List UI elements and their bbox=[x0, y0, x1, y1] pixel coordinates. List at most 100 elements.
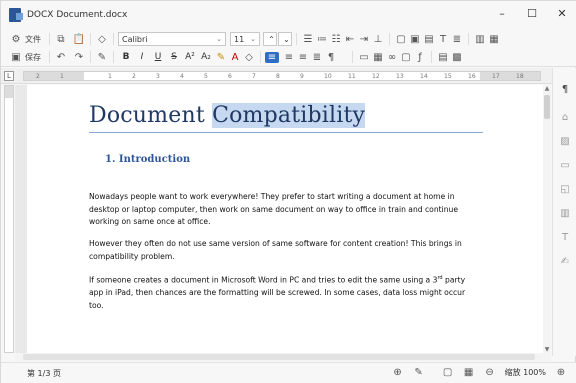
table-panel-icon[interactable]: ▭ bbox=[559, 160, 571, 172]
align-right-icon[interactable]: ≡ bbox=[296, 52, 310, 63]
bullet-list-icon[interactable]: ☰ bbox=[301, 34, 315, 45]
paragraph[interactable]: However they often do not use same versi… bbox=[89, 238, 481, 263]
align-center-icon[interactable]: ≡ bbox=[282, 52, 296, 63]
border-icon[interactable]: ▢ bbox=[394, 34, 408, 45]
decrease-indent-icon[interactable]: ⇤ bbox=[343, 34, 357, 45]
subscript-button[interactable]: A₂ bbox=[198, 52, 214, 62]
header-footer-icon[interactable]: ≣ bbox=[450, 34, 464, 45]
bold-button[interactable]: B bbox=[118, 52, 134, 62]
paragraph-marks-icon[interactable]: ¶ bbox=[559, 84, 571, 96]
toolbar-divider bbox=[113, 51, 114, 63]
align-left-icon[interactable]: ≡ bbox=[265, 51, 279, 63]
redo-icon[interactable]: ↷ bbox=[72, 52, 86, 63]
document-page[interactable]: Document Compatibility 1. Introduction N… bbox=[27, 85, 543, 353]
horizontal-ruler: L 2 1 1 2 3 4 5 6 7 8 9 10 11 12 13 14 1… bbox=[1, 68, 576, 84]
formula-icon[interactable]: ƒ bbox=[413, 52, 427, 63]
highlight-icon[interactable]: ✎ bbox=[214, 52, 228, 63]
table-icon[interactable]: ▦ bbox=[371, 52, 385, 63]
scrollbar-thumb[interactable] bbox=[23, 354, 535, 360]
maximize-button[interactable]: ☐ bbox=[525, 7, 539, 21]
ruler-track[interactable]: 2 1 1 2 3 4 5 6 7 8 9 10 11 12 13 14 15 … bbox=[23, 71, 541, 81]
toolbar-divider bbox=[431, 51, 432, 63]
status-bar: 第 1/3 页 ⊕ ✎ ▢ ▦ ⊖ 缩放 100% ⊕ bbox=[1, 362, 576, 383]
underline-button[interactable]: U bbox=[150, 52, 166, 62]
superscript-button[interactable]: A² bbox=[182, 52, 198, 62]
link-icon[interactable]: ∞ bbox=[385, 52, 399, 63]
toolbar-divider bbox=[90, 51, 91, 63]
textart-icon[interactable]: T bbox=[559, 232, 571, 244]
eraser-icon[interactable]: ◇ bbox=[95, 34, 109, 45]
text-direction-icon[interactable]: ⊥ bbox=[371, 34, 385, 45]
zoom-in-icon[interactable]: ⊕ bbox=[555, 367, 567, 378]
ruler-number: 3 bbox=[156, 73, 160, 80]
picture-icon[interactable]: ▣ bbox=[408, 34, 422, 45]
increase-indent-icon[interactable]: ⇥ bbox=[357, 34, 371, 45]
font-family-select[interactable]: Calibri ⌄ bbox=[118, 32, 226, 46]
copy-icon[interactable]: ⧉ bbox=[54, 34, 68, 45]
textbox-icon[interactable]: T bbox=[436, 34, 450, 45]
globe-icon[interactable]: ⊕ bbox=[392, 367, 404, 378]
vertical-scrollbar[interactable]: ▲ ▼ bbox=[543, 85, 551, 353]
vertical-ruler[interactable] bbox=[4, 85, 14, 353]
zoom-level[interactable]: 缩放 100% bbox=[505, 367, 546, 378]
font-color-icon[interactable]: A bbox=[228, 52, 242, 63]
comment-icon[interactable]: ▢ bbox=[399, 52, 413, 63]
numbered-list-icon[interactable]: ≔ bbox=[315, 34, 329, 45]
scrollbar-thumb[interactable] bbox=[544, 95, 550, 119]
ruler-number: 2 bbox=[132, 73, 136, 80]
paragraph[interactable]: Nowadays people want to work everywhere!… bbox=[89, 191, 481, 229]
paragraph[interactable]: If someone creates a document in Microso… bbox=[89, 272, 481, 312]
italic-button[interactable]: I bbox=[134, 52, 150, 62]
format-painter-icon[interactable]: ✎ bbox=[95, 52, 109, 63]
styles-icon[interactable]: ⌂ bbox=[559, 112, 571, 124]
document-canvas[interactable]: Document Compatibility 1. Introduction N… bbox=[15, 85, 543, 353]
frame-icon[interactable]: ▭ bbox=[357, 52, 371, 63]
close-button[interactable]: ✕ bbox=[555, 7, 569, 21]
title-bar: DOCX Document.docx – ☐ ✕ bbox=[1, 1, 576, 29]
signature-icon[interactable]: ✍ bbox=[559, 256, 571, 268]
paragraph-text: If someone creates a document in Microso… bbox=[89, 275, 438, 285]
ruler-number: 1 bbox=[108, 73, 112, 80]
scroll-down-icon[interactable]: ▼ bbox=[543, 346, 551, 353]
justify-icon[interactable]: ≣ bbox=[310, 52, 324, 63]
font-size-select[interactable]: 11 ⌄ bbox=[230, 32, 260, 46]
edit-mode-icon[interactable]: ✎ bbox=[413, 367, 425, 378]
font-size-value: 11 bbox=[234, 34, 245, 44]
page-indicator[interactable]: 第 1/3 页 bbox=[27, 368, 61, 379]
file-menu-button[interactable]: ⚙ 文件 bbox=[9, 34, 41, 45]
chart-panel-icon[interactable]: ▥ bbox=[559, 208, 571, 220]
ruler-number: 13 bbox=[396, 73, 404, 80]
read-view-icon[interactable]: ▢ bbox=[442, 367, 454, 378]
save-button[interactable]: ▣ 保存 bbox=[9, 52, 41, 63]
section-heading[interactable]: 1. Introduction bbox=[105, 154, 190, 165]
minimize-button[interactable]: – bbox=[495, 7, 509, 21]
undo-icon[interactable]: ↶ bbox=[54, 52, 68, 63]
multilevel-list-icon[interactable]: ☷ bbox=[329, 34, 343, 45]
zoom-out-icon[interactable]: ⊖ bbox=[484, 367, 496, 378]
document-title[interactable]: Document Compatibility bbox=[89, 103, 366, 128]
page-layout-icon[interactable]: ▥ bbox=[473, 34, 487, 45]
grid-icon[interactable]: ▩ bbox=[450, 52, 464, 63]
shape-icon[interactable]: ◱ bbox=[559, 184, 571, 196]
shading-icon[interactable]: ◇ bbox=[242, 52, 256, 63]
title-underline bbox=[89, 132, 483, 133]
decrease-font-button[interactable]: ⌄ bbox=[278, 32, 292, 46]
ruler-number: 1 bbox=[60, 73, 64, 80]
section-icon[interactable]: ▤ bbox=[436, 52, 450, 63]
horizontal-scrollbar[interactable] bbox=[15, 353, 551, 361]
window-controls: – ☐ ✕ bbox=[495, 7, 569, 21]
word-processor-window: DOCX Document.docx – ☐ ✕ ⚙ 文件 ⧉ 📋 ◇ Cali… bbox=[0, 0, 576, 383]
right-sidebar: ¶ ⌂ ▨ ▭ ◱ ▥ T ✍ bbox=[552, 68, 576, 356]
chart-icon[interactable]: ▤ bbox=[422, 34, 436, 45]
scroll-up-icon[interactable]: ▲ bbox=[543, 85, 551, 92]
columns-icon[interactable]: ▦ bbox=[487, 34, 501, 45]
image-icon[interactable]: ▨ bbox=[559, 136, 571, 148]
strikethrough-button[interactable]: S bbox=[166, 52, 182, 62]
save-label: 保存 bbox=[25, 52, 41, 62]
increase-font-button[interactable]: ⌃ bbox=[263, 32, 277, 46]
page-view-icon[interactable]: ▦ bbox=[463, 367, 475, 378]
ruler-number: 7 bbox=[252, 73, 256, 80]
paste-icon[interactable]: 📋 bbox=[72, 34, 86, 45]
paragraph-mark-icon[interactable]: ¶ bbox=[324, 52, 338, 63]
tab-stop-selector[interactable]: L bbox=[4, 71, 14, 81]
